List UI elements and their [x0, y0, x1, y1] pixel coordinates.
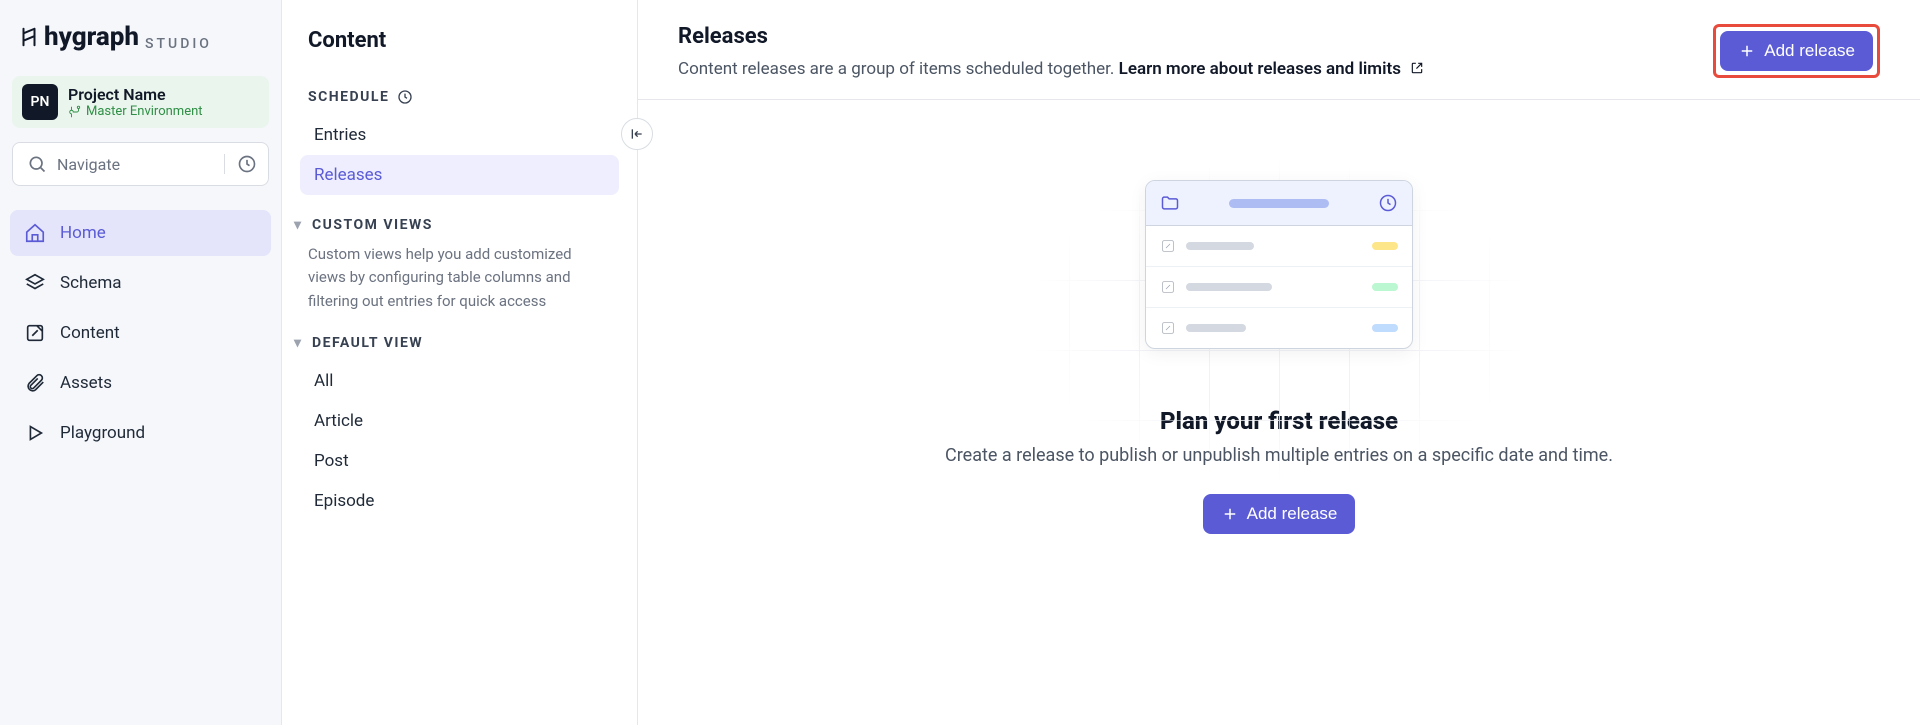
navigate-input[interactable]: Navigate: [13, 154, 224, 174]
paperclip-icon: [24, 372, 46, 394]
nav-label-assets: Assets: [60, 373, 112, 393]
default-view-item-article[interactable]: Article: [300, 401, 619, 441]
default-view-item-post[interactable]: Post: [300, 441, 619, 481]
hygraph-glyph-icon: [18, 26, 40, 48]
sidebar-collapse-button[interactable]: [621, 118, 653, 150]
sidebar-secondary: Content SCHEDULE Entries Releases ▾ CUST…: [282, 0, 638, 725]
page-title: Releases: [678, 24, 1424, 49]
folder-icon: [1160, 193, 1180, 213]
default-view-section: ▾ DEFAULT VIEW All Article Post Episode: [300, 335, 619, 521]
project-avatar: PN: [22, 84, 58, 120]
external-link-icon: [1410, 61, 1424, 75]
project-name: Project Name: [68, 85, 203, 104]
learn-more-link[interactable]: Learn more about releases and limits: [1119, 59, 1425, 79]
layers-icon: [24, 272, 46, 294]
clock-icon: [1378, 193, 1398, 213]
schedule-item-releases[interactable]: Releases: [300, 155, 619, 195]
plus-icon: [1738, 42, 1756, 60]
project-environment: Master Environment: [68, 104, 203, 119]
brand-mark: hygraph: [18, 22, 139, 52]
branch-icon: [68, 105, 82, 119]
nav-label-schema: Schema: [60, 273, 122, 293]
main-body: Plan your first release Create a release…: [638, 100, 1920, 725]
main-header: Releases Content releases are a group of…: [638, 0, 1920, 100]
brand-logo[interactable]: hygraph STUDIO: [10, 22, 271, 52]
nav-label-content: Content: [60, 323, 120, 343]
caret-down-icon: ▾: [294, 335, 304, 351]
default-view-item-episode[interactable]: Episode: [300, 481, 619, 521]
search-icon: [27, 154, 47, 174]
edit-square-icon: [24, 322, 46, 344]
plus-icon: [1221, 505, 1239, 523]
nav-item-home[interactable]: Home: [10, 210, 271, 256]
custom-views-heading[interactable]: ▾ CUSTOM VIEWS: [300, 217, 619, 233]
schedule-section: SCHEDULE Entries Releases: [300, 89, 619, 195]
add-release-highlight: Add release: [1713, 24, 1880, 78]
custom-views-section: ▾ CUSTOM VIEWS Custom views help you add…: [300, 217, 619, 313]
clock-icon: [397, 89, 413, 105]
edit-icon: [1160, 279, 1176, 295]
default-view-heading[interactable]: ▾ DEFAULT VIEW: [300, 335, 619, 351]
navigate-bar: Navigate: [12, 142, 269, 186]
schedule-heading: SCHEDULE: [300, 89, 619, 105]
main-area: Releases Content releases are a group of…: [638, 0, 1920, 725]
default-view-item-all[interactable]: All: [300, 361, 619, 401]
empty-add-release-button[interactable]: Add release: [1203, 494, 1356, 534]
nav-item-assets[interactable]: Assets: [10, 360, 271, 406]
empty-state-illustration: [1145, 180, 1413, 349]
schedule-item-entries[interactable]: Entries: [300, 115, 619, 155]
navigate-history-button[interactable]: [224, 154, 268, 174]
play-icon: [24, 422, 46, 444]
content-panel-title: Content: [300, 28, 619, 53]
edit-icon: [1160, 238, 1176, 254]
add-release-button[interactable]: Add release: [1720, 31, 1873, 71]
brand-sub: STUDIO: [145, 36, 212, 52]
nav-item-schema[interactable]: Schema: [10, 260, 271, 306]
custom-views-help: Custom views help you add customized vie…: [300, 243, 619, 313]
brand-name: hygraph: [44, 22, 139, 52]
collapse-left-icon: [629, 126, 645, 142]
primary-nav: Home Schema Content Assets Playground: [10, 210, 271, 456]
project-selector[interactable]: PN Project Name Master Environment: [12, 76, 269, 128]
edit-icon: [1160, 320, 1176, 336]
nav-label-playground: Playground: [60, 423, 145, 443]
clock-icon: [237, 154, 257, 174]
sidebar-primary: hygraph STUDIO PN Project Name Master En…: [0, 0, 282, 725]
nav-item-content[interactable]: Content: [10, 310, 271, 356]
page-subtitle: Content releases are a group of items sc…: [678, 59, 1424, 79]
caret-down-icon: ▾: [294, 217, 304, 233]
nav-label-home: Home: [60, 223, 106, 243]
nav-item-playground[interactable]: Playground: [10, 410, 271, 456]
navigate-placeholder: Navigate: [57, 155, 120, 174]
home-icon: [24, 222, 46, 244]
